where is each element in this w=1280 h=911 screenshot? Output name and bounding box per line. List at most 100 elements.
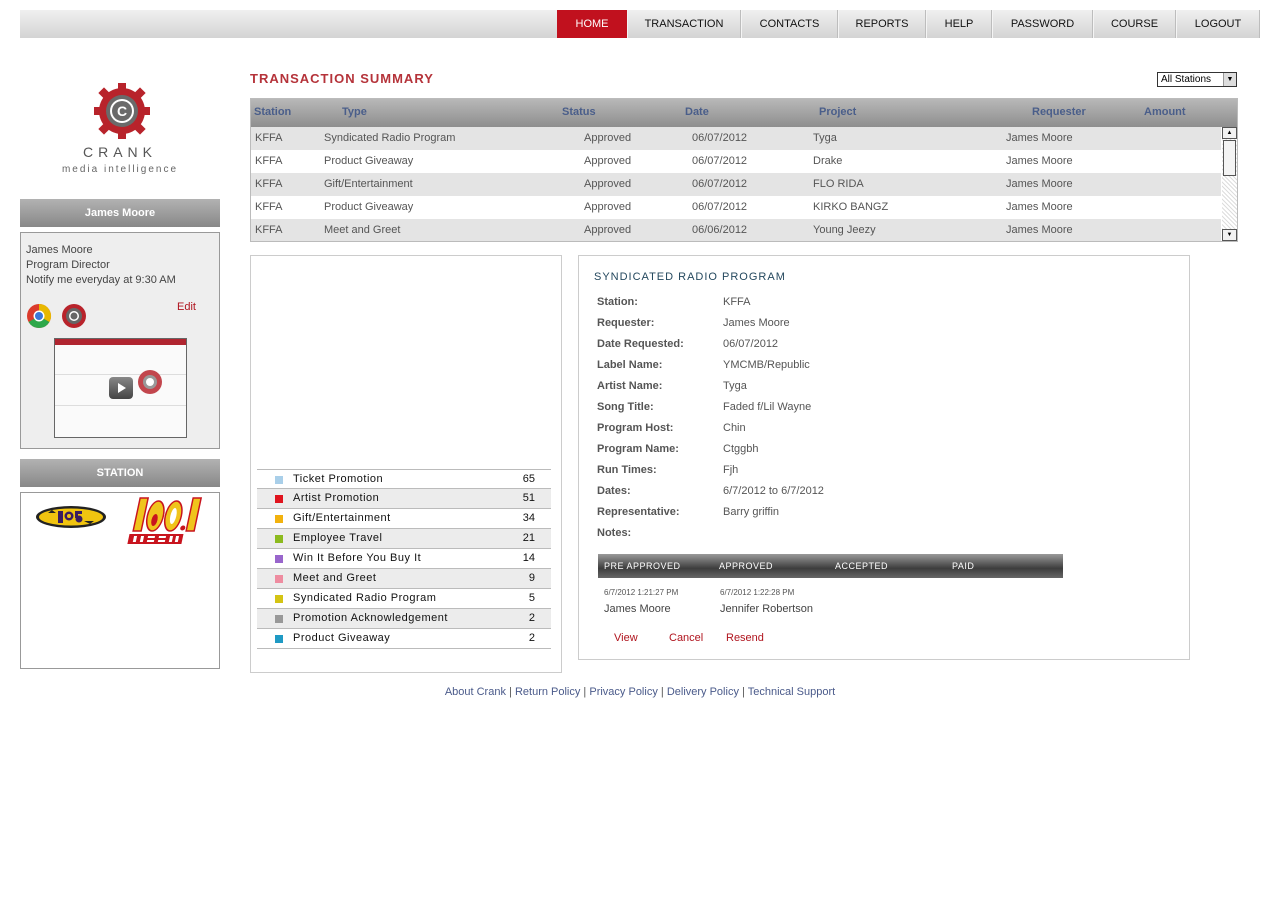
- cell-status: Approved: [584, 178, 632, 190]
- col-header-amount[interactable]: Amount: [1144, 106, 1186, 118]
- cell-project: Drake: [813, 155, 843, 167]
- cell-requester: James Moore: [1006, 224, 1073, 236]
- edit-profile-link[interactable]: Edit: [177, 301, 196, 313]
- footer-separator: |: [580, 686, 590, 698]
- legend-swatch: [275, 555, 283, 563]
- cell-date: 06/07/2012: [692, 201, 748, 213]
- col-header-project[interactable]: Project: [819, 106, 856, 118]
- legend-swatch: [275, 595, 283, 603]
- legend-row[interactable]: Meet and Greet 9: [257, 569, 551, 589]
- transaction-table: Station Type Status Date Project Request…: [250, 98, 1238, 242]
- kiss-fm-station-logo[interactable]: [124, 494, 208, 550]
- legend-row[interactable]: Win It Before You Buy It 14: [257, 549, 551, 569]
- footer-link-delivery-policy[interactable]: Delivery Policy: [667, 686, 739, 698]
- crank-gear-icon: C: [94, 83, 150, 139]
- legend-row[interactable]: Artist Promotion 51: [257, 489, 551, 509]
- nav-course[interactable]: COURSE: [1093, 10, 1176, 38]
- cell-requester: James Moore: [1006, 178, 1073, 190]
- detail-label: Song Title:: [597, 401, 654, 413]
- legend-swatch: [275, 615, 283, 623]
- dropdown-arrow-icon[interactable]: ▼: [1223, 73, 1236, 86]
- footer-link-about[interactable]: About Crank: [445, 686, 506, 698]
- nav-logout[interactable]: LOGOUT: [1176, 10, 1260, 38]
- chrome-icon[interactable]: [26, 303, 52, 329]
- cell-station: KFFA: [255, 201, 283, 213]
- cell-project: FLO RIDA: [813, 178, 864, 190]
- legend-row[interactable]: Gift/Entertainment 34: [257, 509, 551, 529]
- nav-home[interactable]: HOME: [557, 10, 627, 38]
- nav-help[interactable]: HELP: [926, 10, 992, 38]
- col-header-station[interactable]: Station: [254, 106, 291, 118]
- cancel-button[interactable]: Cancel: [669, 632, 703, 644]
- station-filter-select[interactable]: All Stations ▼: [1157, 72, 1237, 87]
- table-row[interactable]: KFFA Product Giveaway Approved 06/07/201…: [251, 150, 1221, 173]
- nav-password[interactable]: PASSWORD: [992, 10, 1093, 38]
- table-row[interactable]: KFFA Product Giveaway Approved 06/07/201…: [251, 196, 1221, 219]
- cell-status: Approved: [584, 224, 632, 236]
- approved-by: Jennifer Robertson: [720, 603, 813, 615]
- status-accepted: ACCEPTED: [835, 561, 889, 571]
- legend-row[interactable]: Employee Travel 21: [257, 529, 551, 549]
- col-header-requester[interactable]: Requester: [1032, 106, 1086, 118]
- footer-links: About Crank | Return Policy | Privacy Po…: [250, 686, 1030, 698]
- table-row[interactable]: KFFA Gift/Entertainment Approved 06/07/2…: [251, 173, 1221, 196]
- detail-value-program-name: Ctggbh: [723, 443, 759, 455]
- cell-status: Approved: [584, 201, 632, 213]
- legend-label: Gift/Entertainment: [293, 512, 391, 524]
- legend-row[interactable]: Promotion Acknowledgement 2: [257, 609, 551, 629]
- footer-separator: |: [505, 686, 515, 698]
- detail-label: Program Name:: [597, 443, 679, 455]
- transaction-detail-panel: SYNDICATED RADIO PROGRAM Station: KFFA R…: [578, 255, 1190, 660]
- nav-reports[interactable]: REPORTS: [838, 10, 926, 38]
- detail-value-requester: James Moore: [723, 317, 790, 329]
- col-header-status[interactable]: Status: [562, 106, 596, 118]
- table-scrollbar[interactable]: ▲ ▼: [1222, 127, 1237, 241]
- table-row[interactable]: KFFA Syndicated Radio Program Approved 0…: [251, 127, 1221, 150]
- logo-brand-text: CRANK: [82, 144, 157, 160]
- legend-count: 2: [528, 632, 535, 644]
- legend-row[interactable]: Ticket Promotion 65: [257, 469, 551, 489]
- resend-button[interactable]: Resend: [726, 632, 764, 644]
- scrollbar-thumb[interactable]: [1223, 140, 1236, 176]
- footer-link-technical-support[interactable]: Technical Support: [748, 686, 835, 698]
- footer-link-privacy-policy[interactable]: Privacy Policy: [589, 686, 657, 698]
- col-header-type[interactable]: Type: [342, 106, 367, 118]
- legend-swatch: [275, 515, 283, 523]
- legend-swatch: [275, 635, 283, 643]
- detail-value-run-times: Fjh: [723, 464, 739, 476]
- col-header-date[interactable]: Date: [685, 106, 709, 118]
- notify-setting: Notify me everyday at 9:30 AM: [26, 274, 176, 286]
- cell-type: Syndicated Radio Program: [324, 132, 456, 144]
- play-icon[interactable]: [109, 377, 133, 399]
- legend-swatch: [275, 535, 283, 543]
- nav-items: HOME TRANSACTION CONTACTS REPORTS HELP P…: [557, 10, 1260, 38]
- scroll-down-arrow-icon[interactable]: ▼: [1222, 229, 1237, 241]
- b95-station-logo[interactable]: [34, 504, 108, 530]
- pre-approved-timestamp: 6/7/2012 1:21:27 PM: [604, 588, 679, 597]
- view-button[interactable]: View: [614, 632, 638, 644]
- detail-title: SYNDICATED RADIO PROGRAM: [594, 271, 786, 283]
- detail-label: Program Host:: [597, 422, 674, 434]
- status-pre-approved: PRE APPROVED: [604, 561, 681, 571]
- legend-row[interactable]: Syndicated Radio Program 5: [257, 589, 551, 609]
- table-row[interactable]: KFFA Meet and Greet Approved 06/06/2012 …: [251, 219, 1221, 241]
- detail-label: Station:: [597, 296, 638, 308]
- welcome-video-thumbnail[interactable]: [54, 338, 187, 438]
- detail-label: Requester:: [597, 317, 655, 329]
- legend-count: 65: [522, 473, 535, 485]
- detail-value-song-title: Faded f/Lil Wayne: [723, 401, 812, 413]
- user-panel-header: James Moore: [20, 199, 220, 227]
- station-filter-value: All Stations: [1161, 74, 1212, 85]
- footer-link-return-policy[interactable]: Return Policy: [515, 686, 580, 698]
- legend-label: Ticket Promotion: [293, 473, 384, 485]
- user-info-panel: James Moore Program Director Notify me e…: [20, 232, 220, 449]
- svg-text:C: C: [117, 103, 127, 119]
- nav-transaction[interactable]: TRANSACTION: [627, 10, 741, 38]
- detail-label: Notes:: [597, 527, 632, 539]
- scroll-up-arrow-icon[interactable]: ▲: [1222, 127, 1237, 139]
- nav-contacts[interactable]: CONTACTS: [741, 10, 838, 38]
- legend-row[interactable]: Product Giveaway 2: [257, 629, 551, 649]
- cell-type: Product Giveaway: [324, 201, 414, 213]
- crank-app-icon[interactable]: [61, 303, 87, 329]
- detail-label: Run Times:: [597, 464, 657, 476]
